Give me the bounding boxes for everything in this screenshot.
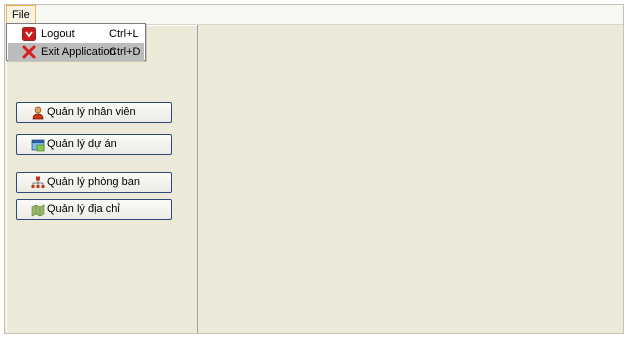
file-menu[interactable]: File: [6, 5, 36, 23]
employee-icon: [31, 106, 45, 120]
exit-application-label: Exit Application: [41, 46, 116, 58]
address-icon: [31, 203, 45, 217]
employee-management-label: Quản lý nhân viên: [47, 106, 136, 118]
logout-menu-item[interactable]: Logout Ctrl+L: [8, 25, 144, 43]
project-icon: [31, 138, 45, 152]
address-management-label: Quản lý địa chỉ: [47, 203, 120, 215]
logout-icon: [22, 27, 36, 41]
project-management-label: Quản lý dự án: [47, 138, 117, 150]
app-window: Quản lý nhân viên Quản lý dự án Quản lý …: [4, 4, 624, 334]
address-management-button[interactable]: Quản lý địa chỉ: [16, 199, 172, 220]
logout-label: Logout: [41, 28, 75, 40]
exit-application-menu-item[interactable]: Exit Application Ctrl+D: [8, 43, 144, 61]
logout-shortcut: Ctrl+L: [109, 28, 139, 40]
file-menu-dropdown: Logout Ctrl+L Exit Application Ctrl+D: [6, 23, 146, 61]
department-management-label: Quản lý phòng ban: [47, 176, 140, 188]
department-icon: [31, 176, 45, 190]
main-content-area: [198, 24, 623, 333]
employee-management-button[interactable]: Quản lý nhân viên: [16, 102, 172, 123]
exit-application-shortcut: Ctrl+D: [109, 46, 141, 58]
menu-bar: File: [5, 5, 623, 25]
left-nav-panel: Quản lý nhân viên Quản lý dự án Quản lý …: [5, 24, 198, 333]
exit-icon: [22, 45, 36, 59]
department-management-button[interactable]: Quản lý phòng ban: [16, 172, 172, 193]
project-management-button[interactable]: Quản lý dự án: [16, 134, 172, 155]
